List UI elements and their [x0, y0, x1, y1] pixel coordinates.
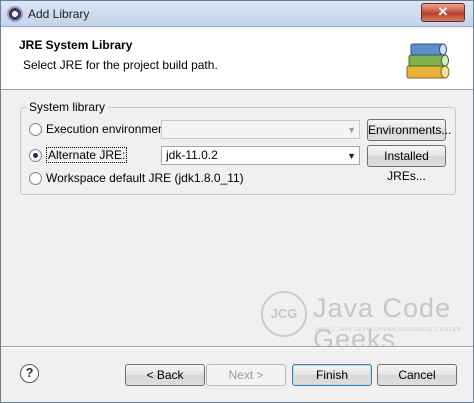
window-title: Add Library — [28, 7, 90, 21]
add-library-dialog: Add Library ✕ JRE System Library Select … — [0, 0, 474, 403]
page-title: JRE System Library — [19, 38, 133, 52]
next-button[interactable]: Next > — [206, 364, 286, 386]
help-icon[interactable]: ? — [20, 364, 39, 383]
close-button[interactable]: ✕ — [421, 3, 465, 22]
watermark-tagline: JAVA 2 JAVA DEVELOPERS RESOURCE CENTER — [315, 327, 462, 333]
page-description: Select JRE for the project build path. — [23, 58, 218, 72]
eclipse-icon — [7, 6, 23, 22]
chevron-down-icon: ▼ — [347, 125, 356, 135]
java-code-geeks-watermark: JCG Java Code Geeks JAVA 2 JAVA DEVELOPE… — [261, 289, 471, 354]
alternate-jre-combo[interactable]: jdk-11.0.2 ▼ — [161, 146, 360, 165]
workspace-default-jre-radio[interactable] — [29, 171, 42, 185]
wizard-header: JRE System Library Select JRE for the pr… — [1, 28, 473, 90]
alternate-jre-value: jdk-11.0.2 — [166, 148, 218, 162]
chevron-down-icon[interactable]: ▼ — [347, 148, 356, 165]
execution-environment-label: Execution environment: — [46, 122, 172, 136]
workspace-default-jre-label: Workspace default JRE (jdk1.8.0_11) — [46, 171, 244, 185]
finish-button[interactable]: Finish — [292, 364, 372, 386]
execution-environment-combo: ▼ — [161, 120, 360, 139]
execution-environment-option[interactable]: Execution environment: — [29, 120, 171, 138]
footer-separator — [1, 346, 473, 348]
execution-environment-radio[interactable] — [29, 122, 42, 136]
alternate-jre-label: Alternate JRE: — [46, 147, 128, 163]
workspace-default-jre-option[interactable]: Workspace default JRE (jdk1.8.0_11) — [29, 169, 244, 187]
back-button[interactable]: < Back — [125, 364, 205, 386]
alternate-jre-option[interactable]: Alternate JRE: — [29, 146, 128, 164]
alternate-jre-radio[interactable] — [29, 148, 42, 162]
installed-jres-button[interactable]: Installed JREs... — [367, 145, 446, 183]
environments-button[interactable]: Environments... — [367, 119, 451, 141]
system-library-legend: System library — [26, 100, 109, 114]
jcg-logo: JCG — [261, 291, 307, 337]
library-books-icon — [406, 43, 450, 79]
title-bar: Add Library ✕ — [1, 1, 473, 27]
cancel-button[interactable]: Cancel — [377, 364, 457, 386]
